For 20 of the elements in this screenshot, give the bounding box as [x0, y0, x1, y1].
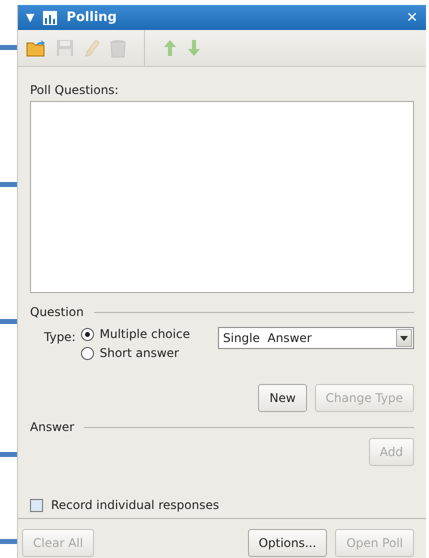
checkbox-icon[interactable]	[30, 498, 43, 512]
questions-list[interactable]	[30, 101, 414, 293]
folder-icon[interactable]	[26, 39, 46, 57]
radio-option[interactable]: Short answer	[80, 346, 190, 360]
section-title: Answer	[30, 420, 74, 434]
answer-mode-dropdown[interactable]: Single Answer	[218, 327, 414, 349]
close-button[interactable]: ✕	[406, 10, 418, 26]
window-title: Polling	[66, 10, 118, 25]
type-label: Type:	[44, 330, 76, 346]
record-responses-checkbox[interactable]: Record individual responses	[30, 498, 414, 512]
radio-option[interactable]: Multiple choice	[80, 327, 190, 341]
chart-icon	[42, 10, 58, 26]
radio-icon[interactable]	[80, 346, 94, 360]
button[interactable]: New	[258, 384, 307, 412]
radio-icon[interactable]	[80, 328, 94, 340]
poll-questions-label: Poll Questions:	[30, 83, 120, 97]
collapse-button[interactable]: ▼	[26, 11, 34, 24]
caret-icon	[400, 336, 408, 340]
section-title: Question	[30, 305, 84, 319]
button[interactable]: Options...	[248, 529, 328, 557]
